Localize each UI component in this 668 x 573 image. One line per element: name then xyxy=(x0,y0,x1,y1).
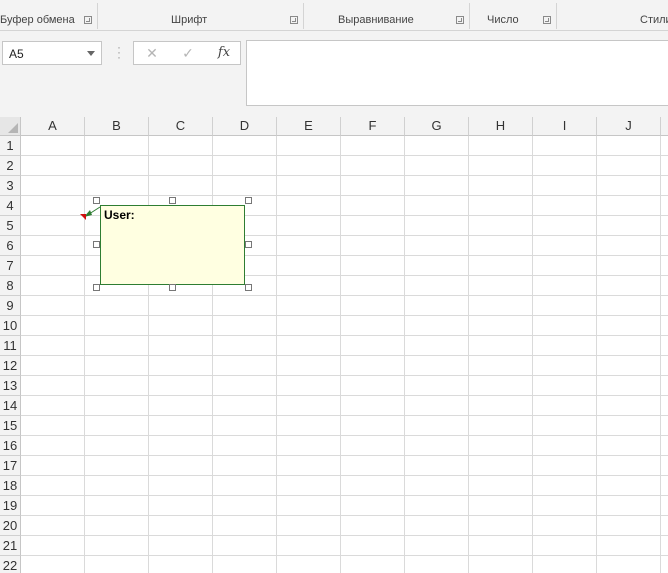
row-header-8[interactable]: 8 xyxy=(0,276,21,296)
formula-bar-area: A5 · · · ✕ ✓ fx xyxy=(0,31,668,118)
formula-buttons: ✕ ✓ fx xyxy=(133,41,241,65)
comment-indicator-icon xyxy=(80,214,86,220)
resize-handle-nw[interactable] xyxy=(93,197,100,204)
resize-handle-ne[interactable] xyxy=(245,197,252,204)
resize-handle-sw[interactable] xyxy=(93,284,100,291)
row-header-18[interactable]: 18 xyxy=(0,476,21,496)
alignment-launcher-icon[interactable] xyxy=(456,16,464,24)
row-header-13[interactable]: 13 xyxy=(0,376,21,396)
group-label-styles: Стили xyxy=(640,14,668,26)
chevron-down-icon[interactable] xyxy=(87,51,95,56)
group-separator xyxy=(469,3,470,29)
row-header-2[interactable]: 2 xyxy=(0,156,21,176)
cell-area[interactable] xyxy=(21,136,668,573)
column-header-j[interactable]: J xyxy=(597,117,661,136)
group-label-font: Шрифт xyxy=(171,14,208,26)
worksheet-grid: ABCDEFGHIJ 1 2 3 4 5 6 7 8 9 10 11 12 13 14 15 16 17 18 19… xyxy=(0,117,668,573)
row-header-22[interactable]: 22 xyxy=(0,556,21,573)
row-header-17[interactable]: 17 xyxy=(0,456,21,476)
ribbon-remnant xyxy=(480,0,520,2)
number-launcher-icon[interactable] xyxy=(543,16,551,24)
row-header-20[interactable]: 20 xyxy=(0,516,21,536)
row-header-11[interactable]: 11 xyxy=(0,336,21,356)
column-header-c[interactable]: C xyxy=(149,117,213,136)
enter-icon[interactable]: ✓ xyxy=(178,44,198,62)
row-header-16[interactable]: 16 xyxy=(0,436,21,456)
ribbon: Буфер обмена Шрифт Выравнивание Число Ст… xyxy=(0,0,668,31)
row-header-7[interactable]: 7 xyxy=(0,256,21,276)
row-header-4[interactable]: 4 xyxy=(0,196,21,216)
resize-handle-n[interactable] xyxy=(169,197,176,204)
group-label-number: Число xyxy=(487,14,519,26)
group-label-alignment: Выравнивание xyxy=(338,14,414,26)
ribbon-remnant xyxy=(570,0,650,2)
row-header-21[interactable]: 21 xyxy=(0,536,21,556)
column-header-g[interactable]: G xyxy=(405,117,469,136)
row-header-3[interactable]: 3 xyxy=(0,176,21,196)
column-header-f[interactable]: F xyxy=(341,117,405,136)
column-header-e[interactable]: E xyxy=(277,117,341,136)
insert-function-icon[interactable]: fx xyxy=(214,44,234,62)
resize-handle-s[interactable] xyxy=(169,284,176,291)
clipboard-launcher-icon[interactable] xyxy=(84,16,92,24)
column-header-h[interactable]: H xyxy=(469,117,533,136)
row-header-9[interactable]: 9 xyxy=(0,296,21,316)
row-header-12[interactable]: 12 xyxy=(0,356,21,376)
resize-grip-icon[interactable]: · · · xyxy=(117,41,121,63)
resize-handle-e[interactable] xyxy=(245,241,252,248)
cancel-icon[interactable]: ✕ xyxy=(142,44,162,62)
comment-box[interactable]: User: xyxy=(100,205,245,285)
group-separator xyxy=(303,3,304,29)
column-header-d[interactable]: D xyxy=(213,117,277,136)
row-header-6[interactable]: 6 xyxy=(0,236,21,256)
column-header-partial[interactable] xyxy=(661,117,668,136)
comment-author: User: xyxy=(104,208,135,222)
group-separator xyxy=(97,3,98,29)
resize-handle-se[interactable] xyxy=(245,284,252,291)
column-header-b[interactable]: B xyxy=(85,117,149,136)
row-header-1[interactable]: 1 xyxy=(0,136,21,156)
row-header-15[interactable]: 15 xyxy=(0,416,21,436)
group-separator xyxy=(556,3,557,29)
formula-input[interactable] xyxy=(246,40,668,106)
column-header-i[interactable]: I xyxy=(533,117,597,136)
select-all-button[interactable] xyxy=(0,117,21,136)
column-header-a[interactable]: A xyxy=(21,117,85,136)
resize-handle-w[interactable] xyxy=(93,241,100,248)
name-box[interactable]: A5 xyxy=(2,41,102,65)
name-box-value: A5 xyxy=(9,47,24,61)
font-launcher-icon[interactable] xyxy=(290,16,298,24)
row-header-5[interactable]: 5 xyxy=(0,216,21,236)
ribbon-remnant xyxy=(310,0,370,2)
row-header-14[interactable]: 14 xyxy=(0,396,21,416)
group-label-clipboard: Буфер обмена xyxy=(0,14,75,26)
row-header-10[interactable]: 10 xyxy=(0,316,21,336)
row-header-19[interactable]: 19 xyxy=(0,496,21,516)
ribbon-remnant xyxy=(20,0,70,2)
